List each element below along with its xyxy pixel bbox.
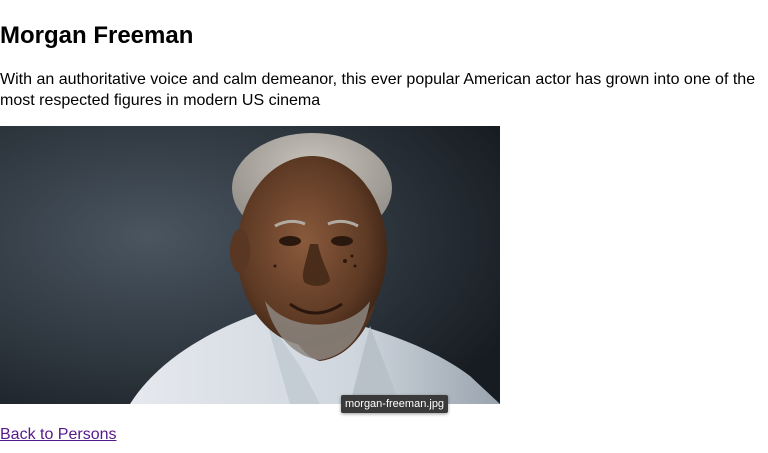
person-description: With an authoritative voice and calm dem… [0,71,756,109]
person-photo [0,126,500,404]
page-title: Morgan Freeman [0,22,194,49]
image-tooltip: morgan-freeman.jpg [341,395,449,413]
person-detail-page: Morgan Freeman With an authoritative voi… [0,0,768,453]
portrait-photo-icon [0,126,500,404]
back-to-persons-link[interactable]: Back to Persons [0,424,117,445]
